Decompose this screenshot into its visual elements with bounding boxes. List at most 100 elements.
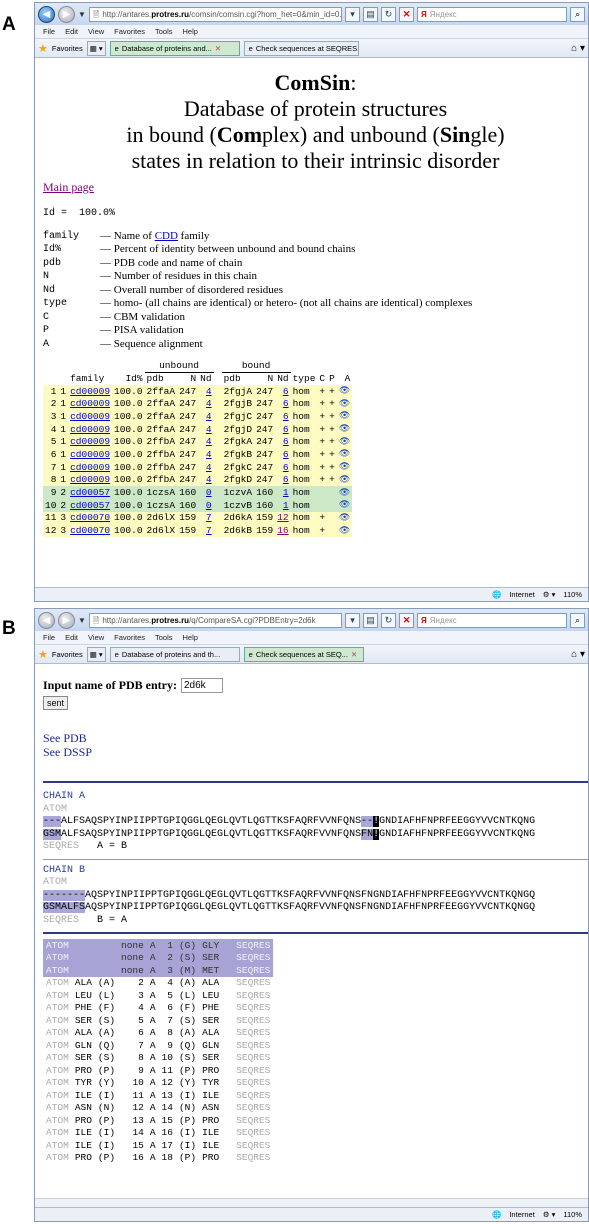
menu-favorites[interactable]: Favorites (114, 633, 145, 642)
favorites-star-icon[interactable]: ★ (38, 648, 48, 661)
url-dropdown-icon[interactable]: ▾ (345, 612, 360, 628)
disorder-link[interactable]: 16 (277, 525, 288, 536)
alignment-icon[interactable]: 👁 (337, 499, 352, 512)
compatibility-icon[interactable]: ▤ (363, 6, 378, 22)
stop-icon[interactable]: ✕ (399, 612, 414, 628)
tab-check-sequences[interactable]: e Check sequences at SEQRES... (243, 40, 359, 56)
forward-icon[interactable]: ▶ (58, 5, 75, 23)
favorites-button[interactable]: Favorites (52, 44, 83, 53)
history-dropdown-icon[interactable]: ▼ (78, 10, 86, 19)
zoom-level[interactable]: 110% (563, 1210, 582, 1219)
favorites-button[interactable]: Favorites (52, 650, 83, 659)
url-field[interactable]: 🗎 http://antares.protres.ru/q/CompareSA.… (88, 612, 342, 628)
refresh-icon[interactable]: ↻ (381, 612, 396, 628)
compatibility-icon[interactable]: ▤ (363, 612, 378, 628)
family-link[interactable]: cd00009 (70, 436, 110, 447)
alignment-icon[interactable]: 👁 (337, 512, 352, 525)
disorder-link[interactable]: 4 (206, 474, 212, 485)
family-link[interactable]: cd00070 (70, 525, 110, 536)
alignment-icon[interactable]: 👁 (337, 385, 352, 398)
alignment-icon[interactable]: 👁 (337, 474, 352, 487)
see-dssp-link[interactable]: See DSSP (43, 745, 588, 759)
family-link[interactable]: cd00009 (70, 424, 110, 435)
tab-close-icon[interactable]: ✕ (215, 44, 221, 53)
cdd-link[interactable]: CDD (155, 230, 178, 242)
search-input[interactable]: Я Яндекс (417, 6, 567, 22)
search-input[interactable]: Я Яндекс (417, 612, 567, 628)
disorder-link[interactable]: 6 (283, 449, 289, 460)
menu-tools[interactable]: Tools (155, 633, 173, 642)
alignment-icon[interactable]: 👁 (337, 410, 352, 423)
disorder-link[interactable]: 6 (283, 462, 289, 473)
favorites-star-icon[interactable]: ★ (38, 42, 48, 55)
disorder-link[interactable]: 6 (283, 424, 289, 435)
menu-view[interactable]: View (88, 27, 104, 36)
disorder-link[interactable]: 0 (206, 500, 212, 511)
quick-tabs-icon[interactable]: ▦ ▾ (86, 40, 106, 56)
menu-view[interactable]: View (88, 633, 104, 642)
forward-icon[interactable]: ▶ (58, 611, 75, 629)
protected-mode-icon[interactable]: ⚙ ▾ (543, 590, 556, 599)
stop-icon[interactable]: ✕ (399, 6, 414, 22)
tab-database[interactable]: e Database of proteins and... ✕ (109, 40, 240, 56)
refresh-icon[interactable]: ↻ (381, 6, 396, 22)
disorder-link[interactable]: 4 (206, 386, 212, 397)
alignment-icon[interactable]: 👁 (337, 448, 352, 461)
family-link[interactable]: cd00009 (70, 449, 110, 460)
family-link[interactable]: cd00057 (70, 500, 110, 511)
url-field[interactable]: 🗎 http://antares.protres.ru/comsin/comsi… (88, 6, 342, 22)
alignment-icon[interactable]: 👁 (337, 524, 352, 537)
disorder-link[interactable]: 4 (206, 398, 212, 409)
url-dropdown-icon[interactable]: ▾ (345, 6, 360, 22)
disorder-link[interactable]: 4 (206, 424, 212, 435)
family-link[interactable]: cd00057 (70, 487, 110, 498)
protected-mode-icon[interactable]: ⚙ ▾ (543, 1210, 556, 1219)
horizontal-scrollbar[interactable] (35, 1198, 588, 1207)
disorder-link[interactable]: 4 (206, 411, 212, 422)
alignment-icon[interactable]: 👁 (337, 461, 352, 474)
family-link[interactable]: cd00009 (70, 411, 110, 422)
disorder-link[interactable]: 7 (206, 525, 212, 536)
disorder-link[interactable]: 7 (206, 512, 212, 523)
family-link[interactable]: cd00009 (70, 462, 110, 473)
home-icon[interactable]: ⌂ ▾ (571, 649, 585, 660)
disorder-link[interactable]: 0 (206, 487, 212, 498)
menu-file[interactable]: File (43, 633, 55, 642)
sent-button[interactable]: sent (43, 696, 69, 710)
see-pdb-link[interactable]: See PDB (43, 731, 588, 745)
menu-file[interactable]: File (43, 27, 55, 36)
zoom-level[interactable]: 110% (563, 590, 582, 599)
disorder-link[interactable]: 6 (283, 398, 289, 409)
quick-tabs-icon[interactable]: ▦ ▾ (86, 646, 106, 662)
menu-help[interactable]: Help (183, 27, 198, 36)
alignment-icon[interactable]: 👁 (337, 435, 352, 448)
disorder-link[interactable]: 1 (283, 500, 289, 511)
alignment-icon[interactable]: 👁 (337, 486, 352, 499)
back-icon[interactable]: ◀ (38, 611, 55, 629)
disorder-link[interactable]: 6 (283, 411, 289, 422)
family-link[interactable]: cd00009 (70, 386, 110, 397)
family-link[interactable]: cd00070 (70, 512, 110, 523)
back-icon[interactable]: ◀ (38, 5, 55, 23)
disorder-link[interactable]: 4 (206, 449, 212, 460)
family-link[interactable]: cd00009 (70, 398, 110, 409)
disorder-link[interactable]: 12 (277, 512, 288, 523)
search-icon[interactable]: ⌕ (570, 612, 585, 628)
disorder-link[interactable]: 4 (206, 436, 212, 447)
menu-tools[interactable]: Tools (155, 27, 173, 36)
main-page-link[interactable]: Main page (43, 180, 94, 194)
tab-database[interactable]: e Database of proteins and th... (109, 646, 240, 662)
disorder-link[interactable]: 4 (206, 462, 212, 473)
disorder-link[interactable]: 6 (283, 386, 289, 397)
menu-edit[interactable]: Edit (65, 27, 78, 36)
tab-check-sequences[interactable]: e Check sequences at SEQ... ✕ (243, 646, 364, 662)
disorder-link[interactable]: 6 (283, 474, 289, 485)
menu-favorites[interactable]: Favorites (114, 27, 145, 36)
disorder-link[interactable]: 6 (283, 436, 289, 447)
home-icon[interactable]: ⌂ ▾ (571, 43, 585, 54)
tab-close-icon[interactable]: ✕ (351, 650, 357, 659)
search-icon[interactable]: ⌕ (570, 6, 585, 22)
disorder-link[interactable]: 1 (283, 487, 289, 498)
history-dropdown-icon[interactable]: ▼ (78, 616, 86, 625)
alignment-icon[interactable]: 👁 (337, 423, 352, 436)
